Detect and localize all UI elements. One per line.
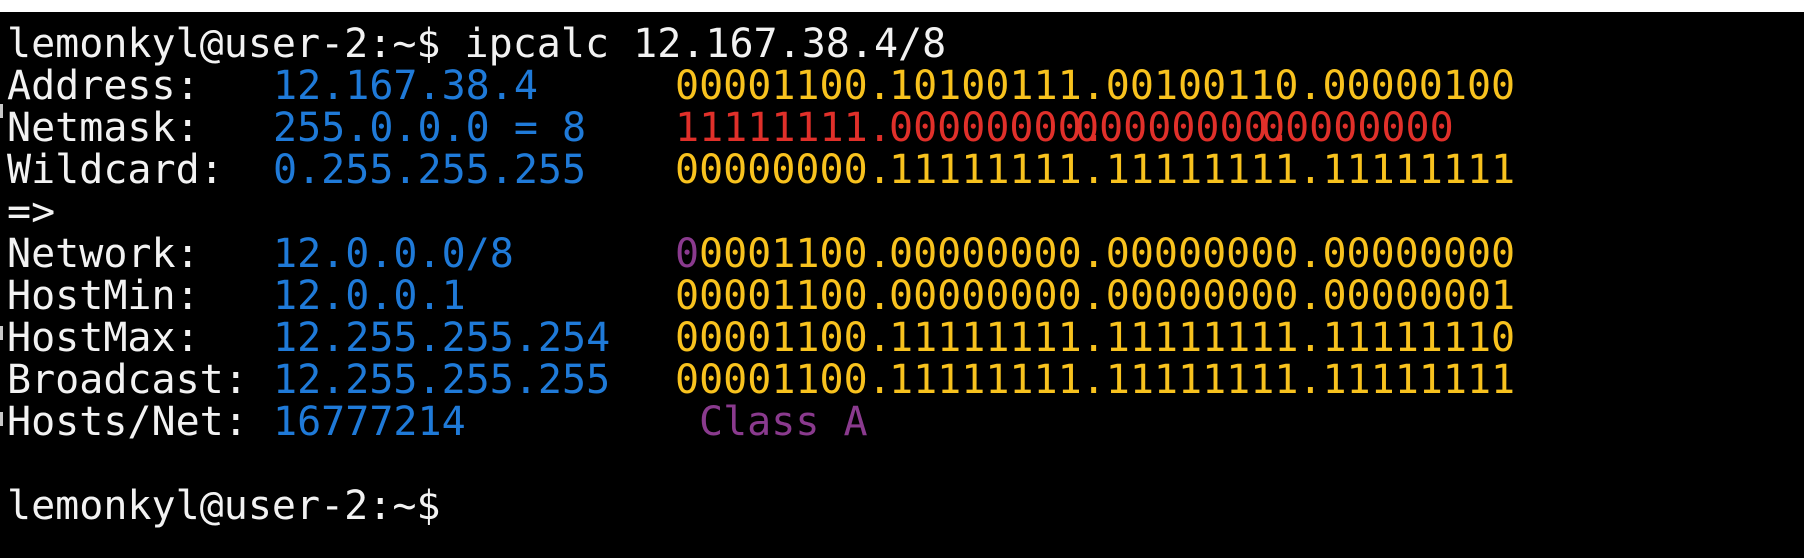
row-label: Wildcard: — [7, 147, 224, 193]
binary-network-part: 11111111. — [675, 105, 892, 151]
binary-host-part: 11111111.11111111.11111111 — [889, 147, 1516, 193]
row-value: 12.0.0.0/8 — [273, 231, 514, 277]
next-prompt-line: lemonkyl@user-2:~$ — [7, 482, 440, 530]
row-label: Address: — [7, 63, 200, 109]
row-value: 12.167.38.4 — [273, 63, 538, 109]
binary-network-part: 00001100. — [675, 63, 892, 109]
binary-host-part: 00000000.00000000.00000000 — [889, 231, 1516, 277]
ipcalc-row-netmask: Netmask: 255.0.0.0 = 8 11111111. 0000000… — [7, 104, 1454, 152]
binary-network-part: 00001100. — [675, 315, 892, 361]
binary-host-part: 11111111.11111111.11111110 — [889, 315, 1516, 361]
row-label: Hosts/Net: — [7, 399, 248, 445]
row-label: Netmask: — [7, 105, 200, 151]
next-prompt-text: lemonkyl@user-2:~$ — [7, 483, 441, 529]
ipcalc-row-address: Address: 12.167.38.4 00001100. 10100111.… — [7, 62, 1515, 110]
row-value: 12.255.255.255 — [273, 357, 611, 403]
row-value: 12.0.0.1 — [273, 273, 466, 319]
row-label: Network: — [7, 231, 200, 277]
binary-host-octet-2: 00000000. — [889, 105, 1106, 151]
binary-network-part: 00001100. — [675, 273, 892, 319]
binary-network-part: 00000000. — [675, 147, 892, 193]
row-label: HostMin: — [7, 273, 200, 319]
binary-host-octet-4: 00000000 — [1261, 105, 1454, 151]
edge-artifact — [0, 326, 3, 340]
command-prompt-line: lemonkyl@user-2:~$ ipcalc 12.167.38.4/8 — [7, 20, 946, 68]
ipcalc-row-hosts-net: Hosts/Net: 16777214 Class A — [7, 398, 868, 446]
ipcalc-row-hostmax: HostMax: 12.255.255.254 00001100. 111111… — [7, 314, 1515, 362]
binary-host-part: 10100111.00100110.00000100 — [889, 63, 1516, 109]
binary-host-part: 11111111.11111111.11111111 — [889, 357, 1516, 403]
row-value: 12.255.255.254 — [273, 315, 611, 361]
edge-artifact — [0, 104, 3, 118]
edge-artifact — [0, 412, 3, 426]
terminal-window[interactable]: lemonkyl@user-2:~$ ipcalc 12.167.38.4/8 … — [0, 0, 1804, 558]
network-class-label: Class A — [699, 399, 868, 445]
ipcalc-row-wildcard: Wildcard: 0.255.255.255 00000000. 111111… — [7, 146, 1515, 194]
row-value: 0.255.255.255 — [273, 147, 587, 193]
ipcalc-separator: => — [7, 188, 103, 236]
row-label: HostMax: — [7, 315, 200, 361]
row-value: 255.0.0.0 = 8 — [273, 105, 587, 151]
binary-network-part: 0001100. — [699, 231, 892, 277]
binary-host-part: 00000000.00000000.00000001 — [889, 273, 1516, 319]
row-label: Broadcast: — [7, 357, 248, 403]
ipcalc-row-hostmin: HostMin: 12.0.0.1 00001100. 00000000.000… — [7, 272, 1515, 320]
ipcalc-row-broadcast: Broadcast: 12.255.255.255 00001100. 1111… — [7, 356, 1515, 404]
separator-arrow: => — [7, 189, 56, 235]
binary-class-bit: 0 — [675, 231, 700, 277]
binary-network-part: 00001100. — [675, 357, 892, 403]
binary-host-octet-3: 00000000. — [1075, 105, 1292, 151]
row-value: 16777214 — [273, 399, 466, 445]
command-text: lemonkyl@user-2:~$ ipcalc 12.167.38.4/8 — [7, 21, 947, 67]
ipcalc-row-network: Network: 12.0.0.0/8 0 0001100. 00000000.… — [7, 230, 1515, 278]
